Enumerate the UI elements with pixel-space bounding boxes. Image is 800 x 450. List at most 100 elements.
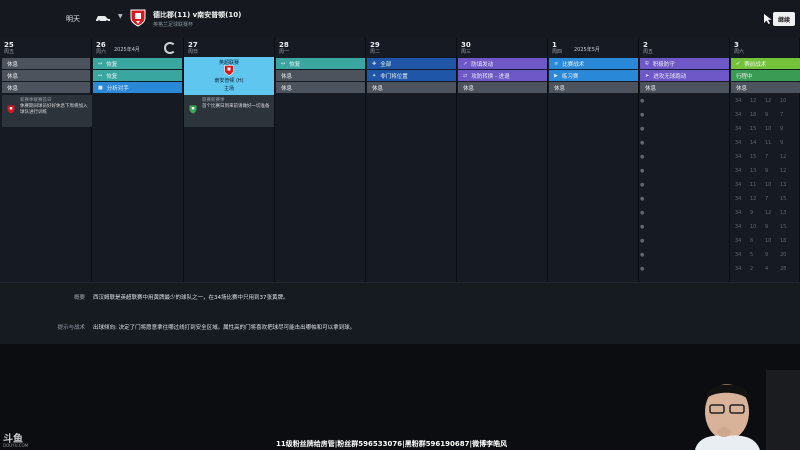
day-weekday: 周三: [461, 49, 472, 55]
platform-watermark-url: DOUYU.COM: [3, 443, 29, 448]
tactics-text: 出球倾向: 决定了门将愿意拿往哪过线打到安全区域。属性高的门将喜欢把球尽可能击出…: [93, 325, 356, 331]
training-session[interactable]: ↗ 防填发动: [458, 58, 547, 69]
summary-text: 西汉姆联是英超联赛中用黄牌最少的球队之一，在34场比赛中只用到37张黄牌。: [93, 295, 289, 301]
ghost-table-row: ● 34 14 11 9: [640, 140, 784, 146]
day-number: 25: [4, 41, 14, 49]
session-label: 防填发动: [471, 61, 494, 68]
day-number: 26: [96, 41, 106, 49]
match-venue: 主场: [223, 86, 234, 92]
training-calendar: ◆ ◆ ◆ ◆ ◆ ◆ 25周五 26周六 2025年4月 27周日 28周一 …: [0, 38, 800, 282]
day-number: 30: [461, 41, 471, 49]
ghost-table-row: ● 34 5 9 20: [640, 252, 787, 258]
training-session[interactable]: ▶ 练习赛: [549, 70, 638, 81]
opponent-crest-icon: [224, 65, 234, 76]
training-session[interactable]: ✚ 全部: [367, 58, 456, 69]
session-label: 休息: [463, 85, 475, 92]
training-session[interactable]: 休息: [549, 82, 638, 93]
day-weekday: 周六: [96, 49, 107, 55]
ghost-table-row: ● 34 10 9 15: [640, 224, 787, 230]
session-label: 休息: [281, 73, 293, 80]
analysis-icon: ■: [98, 84, 103, 91]
training-session[interactable]: ■ 分析对手: [93, 82, 182, 93]
chevron-down-icon[interactable]: ▼: [118, 13, 123, 20]
pre-match-icon: ✔: [736, 60, 741, 67]
club-crest-icon: [130, 9, 146, 27]
training-session[interactable]: ≡ 比赛战术: [549, 58, 638, 69]
training-session[interactable]: 行程中: [731, 70, 800, 81]
session-label: 休息: [7, 73, 19, 80]
ghost-table-row: ● 34 15 7 12: [640, 154, 787, 160]
session-label: 赛前战术: [744, 61, 767, 68]
training-session[interactable]: ↔ 恢复: [93, 58, 182, 69]
training-session[interactable]: 休息: [367, 82, 456, 93]
continue-button[interactable]: 继续: [773, 12, 795, 26]
stream-ticker: 11级粉丝牌给房管|粉丝群596533076|黑粉群596190687|微博李皓…: [276, 440, 508, 448]
training-session[interactable]: 休息: [276, 70, 365, 81]
session-label: 非门将位置: [380, 73, 408, 80]
day-weekday: 周五: [643, 49, 654, 55]
tactics-row: 提示与战术 出球倾向: 决定了门将愿意拿往哪过线打到安全区域。属性高的门将喜欢把…: [0, 317, 800, 337]
day-weekday: 周四: [552, 49, 563, 55]
summary-row: 概要 西汉姆联是英超联赛中用黄牌最少的球队之一，在34场比赛中只用到37张黄牌。: [0, 287, 800, 307]
day-number: 28: [279, 41, 289, 49]
tactic-icon: ↗: [463, 60, 468, 67]
ghost-table-row: ● 34 18 9 7: [640, 112, 784, 118]
session-label: 休息: [7, 85, 19, 92]
next-match-competition: 英格兰足球联赛杯: [153, 22, 194, 28]
training-session[interactable]: ⛨ 积极防守: [640, 58, 729, 69]
month-label: 2025年5月: [574, 47, 600, 53]
next-match-title[interactable]: 德比郡(11) v南安普顿(10): [153, 10, 241, 20]
day-number: 3: [734, 41, 739, 49]
training-session[interactable]: ✦ 非门将位置: [367, 70, 456, 81]
travel-icon: [96, 16, 110, 23]
training-session[interactable]: 休息: [2, 82, 90, 93]
day-number: 1: [552, 41, 557, 49]
ghost-table-row: ● 34 15 10 9: [640, 126, 784, 132]
tactics-label: 提示与战术: [57, 325, 85, 331]
training-session[interactable]: 休息: [276, 82, 365, 93]
session-label: 积极防守: [652, 61, 675, 68]
training-session[interactable]: ⇄ 攻防转换 - 进退: [458, 70, 547, 81]
recovery-icon: ↔: [98, 60, 103, 67]
summary-label: 概要: [73, 295, 85, 301]
session-label: 行程中: [736, 73, 753, 80]
training-session[interactable]: 休息: [640, 82, 729, 93]
match-card[interactable]: 英超联赛 南安普顿 (H) 主场: [184, 57, 274, 95]
session-label: 休息: [7, 61, 19, 68]
day-number: 29: [370, 41, 380, 49]
recovery-icon: ↔: [98, 72, 103, 79]
tomorrow-label: 明天: [66, 15, 80, 23]
training-session[interactable]: 休息: [2, 58, 90, 69]
training-session[interactable]: 休息: [731, 82, 800, 93]
training-session[interactable]: 休息: [458, 82, 547, 93]
session-label: 练习赛: [561, 73, 579, 80]
calendar-note[interactable]: 新赛季联赛首日 休赛期间球员好好休息下周将加入球队进行训练: [2, 95, 92, 127]
recovery-icon: ↔: [281, 60, 286, 67]
attack-icon: ➤: [645, 72, 650, 79]
calendar-note[interactable]: 联赛新赛季 首个比赛日到来前请做好一切准备: [184, 95, 274, 127]
training-session[interactable]: ↔ 恢复: [276, 58, 365, 69]
info-panel: 概要 西汉姆联是英超联赛中用黄牌最少的球队之一，在34场比赛中只用到37张黄牌。…: [0, 282, 800, 344]
transition-icon: ⇄: [463, 72, 468, 79]
ghost-table-row: ● 34 12 7 15: [640, 196, 787, 202]
match-practice-icon: ▶: [554, 72, 558, 79]
day-weekday: 周二: [370, 49, 381, 55]
session-label: 攻防转换 - 进退: [471, 73, 510, 80]
day-weekday: 周日: [188, 49, 199, 55]
session-label: 休息: [372, 85, 384, 92]
training-session[interactable]: 休息: [2, 70, 90, 81]
day-number: 2: [643, 41, 648, 49]
session-label: 全部: [380, 61, 392, 68]
session-label: 休息: [736, 85, 748, 92]
ghost-table-row: ● 34 6 10 18: [640, 238, 787, 244]
top-bar: 明天 ▼ 德比郡(11) v南安普顿(10) 英格兰足球联赛杯 继续: [0, 0, 800, 38]
training-session[interactable]: ➤ 进攻无球跑动: [640, 70, 729, 81]
training-session[interactable]: ↔ 恢复: [93, 70, 182, 81]
ghost-table-row: ● 34 11 10 13: [640, 182, 787, 188]
training-session[interactable]: ✔ 赛前战术: [731, 58, 800, 69]
team-icon: ✚: [372, 60, 377, 67]
club-crest-icon: [189, 105, 197, 114]
month-label: 2025年4月: [114, 47, 140, 53]
note-body: 首个比赛日到来前请做好一切准备: [202, 104, 270, 109]
ghost-table-row: ● 34 13 9 12: [640, 168, 787, 174]
